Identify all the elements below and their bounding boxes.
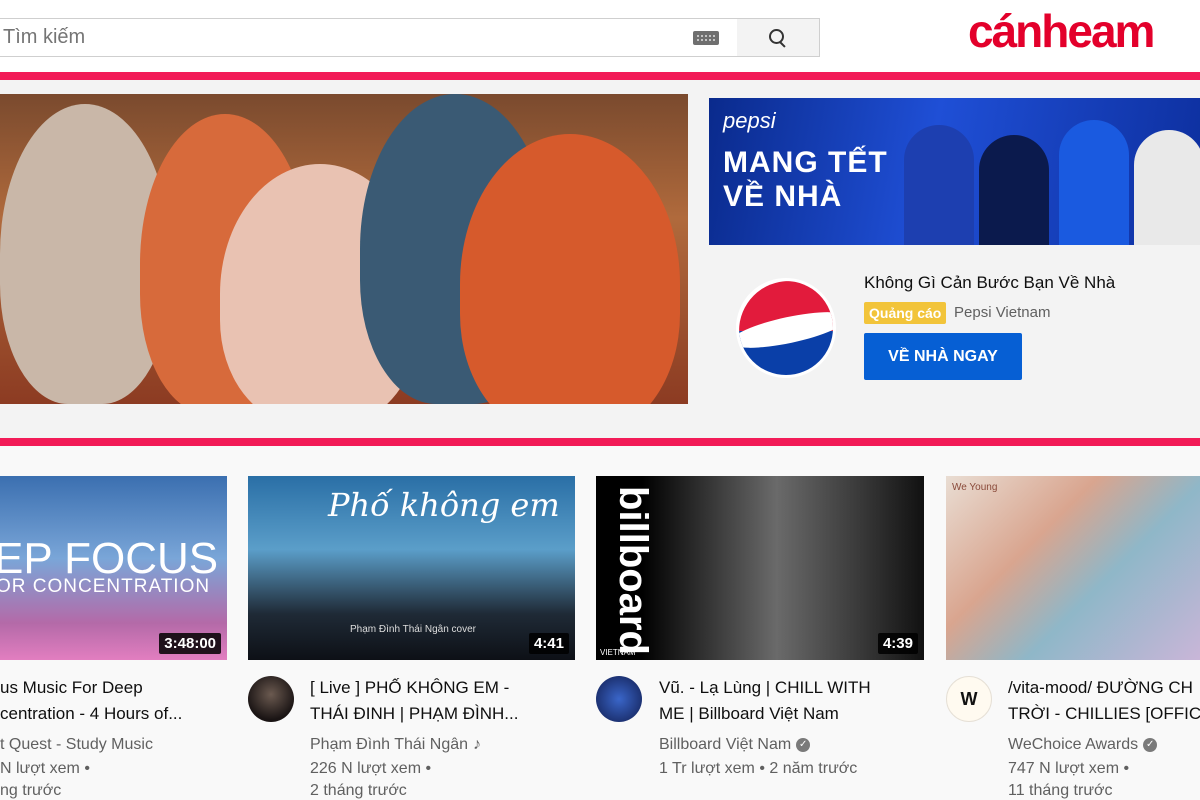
video-channel-row[interactable]: Billboard Việt Nam ✓ [659,736,811,754]
ad-badge: Quảng cáo [864,302,947,324]
search-button[interactable] [737,18,820,57]
ad-banner-image[interactable]: pepsi MANG TẾT VỀ NHÀ [709,98,1200,245]
video-channel-row[interactable]: WeChoice Awards ✓ [1008,736,1158,754]
video-duration: 4:41 [528,633,569,654]
video-title-line2: TRỜI - CHILLIES [OFFICI [1008,704,1200,723]
search-box[interactable] [0,18,738,57]
video-views: N lượt xem • [0,760,90,777]
thumbnail-subtext: VIETNAM [600,648,636,657]
video-thumbnail[interactable]: We Young [946,476,1200,660]
video-channel-row[interactable]: Phạm Đình Thái Ngân ♪ [310,736,481,754]
video-views: 226 N lượt xem • [310,760,432,777]
video-duration: 4:39 [877,633,918,654]
channel-avatar[interactable] [248,676,294,722]
video-thumbnail[interactable]: EP FOCUS OR CONCENTRATION 3:48:00 [0,476,227,660]
promo-section: pepsi MANG TẾT VỀ NHÀ Không Gì Cản Bước … [0,80,1200,438]
banner-person-3 [1059,120,1129,245]
banner-person-2 [979,135,1049,245]
video-title-line2: THÁI ĐINH | PHẠM ĐÌNH... [310,704,519,723]
video-title[interactable]: Vũ. - Lạ Lùng | CHILL WITH ME | Billboar… [659,675,924,727]
video-title-line1: Vũ. - Lạ Lùng | CHILL WITH [659,678,871,697]
verified-check-icon: ✓ [796,737,811,752]
thumbnail-text: We Young [952,482,998,493]
search-icon [769,28,787,47]
verified-check-icon: ✓ [1143,737,1158,752]
ad-title[interactable]: Không Gì Cản Bước Bạn Về Nhà [864,273,1115,293]
video-channel[interactable]: t Quest - Study Music [0,736,153,754]
accent-divider-bottom [0,438,1200,446]
video-channel: Phạm Đình Thái Ngân [310,736,469,753]
video-age: 2 tháng trước [310,782,407,799]
video-views: 1 Tr lượt xem • 2 năm trước [659,760,858,777]
video-title-line2: ME | Billboard Việt Nam [659,704,839,723]
music-note-icon: ♪ [473,736,482,753]
banner-person-4 [1134,130,1200,245]
ad-cta-button[interactable]: VỀ NHÀ NGAY [864,333,1022,380]
banner-headline: MANG TẾT VỀ NHÀ [723,146,888,214]
video-views: 747 N lượt xem • [1008,760,1130,777]
thumbnail-subtext: OR CONCENTRATION [0,576,211,597]
video-age: 11 tháng trước [1008,782,1113,799]
video-channel: Billboard Việt Nam [659,736,792,753]
top-bar: cánheam [0,0,1200,72]
thumbnail-subtext: Phạm Đình Thái Ngân cover [350,624,476,635]
banner-headline-line1: MANG TẾT [723,146,888,179]
brand-logo: cánheam [968,5,1155,57]
video-title-line1: [ Live ] PHỐ KHÔNG EM - [310,678,510,697]
channel-avatar[interactable] [596,676,642,722]
channel-avatar[interactable]: W [946,676,992,722]
keyboard-icon[interactable] [693,31,719,45]
video-title[interactable]: /vita-mood/ ĐƯỜNG CH TRỜI - CHILLIES [OF… [1008,675,1200,727]
video-title[interactable]: [ Live ] PHỐ KHÔNG EM - THÁI ĐINH | PHẠM… [310,675,575,727]
video-duration: 3:48:00 [159,633,221,654]
banner-person-1 [904,125,974,245]
video-thumbnail[interactable]: billboard VIETNAM 4:39 [596,476,924,660]
thumbnail-text: Phố không em [328,486,560,524]
banner-brand-text: pepsi [723,108,776,133]
ad-channel-name[interactable]: Pepsi Vietnam [954,304,1050,321]
video-channel: WeChoice Awards [1008,736,1139,753]
video-thumbnail[interactable]: Phố không em Phạm Đình Thái Ngân cover 4… [248,476,575,660]
video-age: ng trước [0,782,62,799]
pepsi-logo-icon[interactable] [736,278,836,378]
banner-headline-line2: VỀ NHÀ [723,180,843,213]
search-input[interactable] [0,19,679,56]
video-title-line1: /vita-mood/ ĐƯỜNG CH [1008,678,1193,697]
hero-video-thumbnail[interactable] [0,94,688,404]
accent-divider-top [0,72,1200,80]
thumbnail-text: billboard [610,486,655,655]
